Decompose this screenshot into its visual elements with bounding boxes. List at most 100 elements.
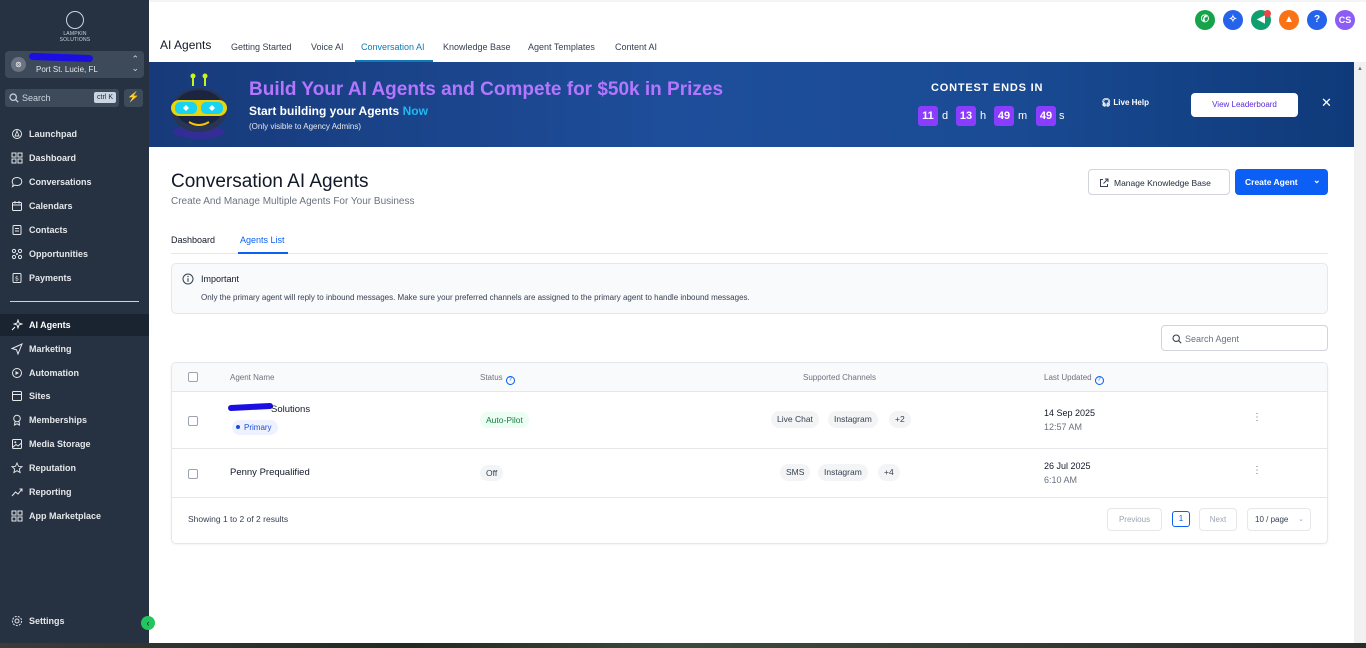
channel-more-chip[interactable]: +2 bbox=[889, 411, 911, 428]
collapse-sidebar-button[interactable]: ‹ bbox=[141, 616, 155, 630]
calendar-icon bbox=[12, 201, 22, 211]
sidebar-item-marketing[interactable]: Marketing bbox=[0, 338, 149, 360]
gear-icon bbox=[11, 615, 23, 627]
sidebar-item-app-marketplace[interactable]: App Marketplace bbox=[0, 505, 149, 527]
banner-subtitle-text: Start building your Agents bbox=[249, 104, 400, 118]
live-help-link[interactable]: 🎧︎ Live Help bbox=[1101, 98, 1149, 107]
subtab-dashboard[interactable]: Dashboard bbox=[171, 235, 215, 245]
channel-more-chip[interactable]: +4 bbox=[878, 464, 900, 481]
chat-icon bbox=[11, 176, 23, 188]
logo-text: LAMPKIN SOLUTIONS bbox=[59, 31, 91, 43]
column-header-status: Status? bbox=[480, 373, 515, 385]
image-icon bbox=[12, 439, 22, 449]
phone-icon[interactable]: ✆ bbox=[1195, 10, 1215, 30]
sidebar-item-memberships[interactable]: Memberships bbox=[0, 409, 149, 431]
sidebar-item-ai-agents[interactable]: AI Agents bbox=[0, 314, 149, 336]
megaphone-icon[interactable]: ◀ bbox=[1251, 10, 1271, 30]
company-logo[interactable]: LAMPKIN SOLUTIONS bbox=[50, 10, 100, 43]
sidebar-item-conversations[interactable]: Conversations bbox=[0, 171, 149, 193]
tab-getting-started[interactable]: Getting Started bbox=[231, 42, 292, 52]
sidebar-item-launchpad[interactable]: Launchpad bbox=[0, 123, 149, 145]
previous-page-button[interactable]: Previous bbox=[1107, 508, 1162, 531]
status-badge: Auto-Pilot bbox=[480, 412, 529, 428]
countdown-unit-seconds: s bbox=[1059, 110, 1065, 122]
star-icon bbox=[11, 462, 23, 474]
create-agent-button[interactable]: Create Agent ⌄ bbox=[1235, 169, 1328, 195]
quick-actions-bolt-icon[interactable]: ⚡ bbox=[124, 89, 143, 107]
agent-name[interactable]: Solutions bbox=[271, 404, 310, 415]
sidebar-item-label: Memberships bbox=[29, 415, 88, 425]
column-header-last-updated-label: Last Updated bbox=[1044, 373, 1092, 382]
help-icon[interactable]: ? bbox=[1307, 10, 1327, 30]
subtab-divider bbox=[171, 253, 1328, 254]
sidebar-item-reporting[interactable]: Reporting bbox=[0, 481, 149, 503]
page-number-button[interactable]: 1 bbox=[1172, 511, 1190, 527]
table-row[interactable]: Penny Prequalified Off SMS Instagram +4 … bbox=[172, 449, 1327, 498]
primary-dot-icon bbox=[236, 425, 240, 429]
app-window: LAMPKIN SOLUTIONS ⊚ Port St. Lucie, FL ⌃… bbox=[0, 0, 1366, 648]
table-header: Agent Name Status? Supported Channels La… bbox=[172, 363, 1327, 392]
sidebar-item-dashboard[interactable]: Dashboard bbox=[0, 147, 149, 169]
status-badge: Off bbox=[480, 465, 504, 481]
scroll-up-icon[interactable]: ▲ bbox=[1357, 66, 1363, 72]
sidebar-item-opportunities[interactable]: Opportunities bbox=[0, 243, 149, 265]
tab-conversation-ai[interactable]: Conversation AI bbox=[361, 42, 425, 52]
tab-agent-templates[interactable]: Agent Templates bbox=[528, 42, 595, 52]
close-icon[interactable]: ✕ bbox=[1321, 95, 1332, 111]
last-updated-time: 6:10 AM bbox=[1044, 475, 1078, 485]
table-row[interactable]: Solutions Primary Auto-Pilot Live Chat I… bbox=[172, 392, 1327, 449]
page-size-select[interactable]: 10 / page ⌄ bbox=[1247, 508, 1311, 531]
contacts-icon bbox=[12, 225, 22, 235]
sidebar-item-automation[interactable]: Automation bbox=[0, 362, 149, 384]
sidebar-item-media-storage[interactable]: Media Storage bbox=[0, 433, 149, 455]
row-checkbox[interactable] bbox=[188, 469, 198, 479]
logo-mark-icon bbox=[66, 11, 84, 29]
trend-icon bbox=[11, 488, 23, 497]
more-options-icon[interactable]: ⋮ bbox=[1252, 465, 1262, 476]
agent-name[interactable]: Penny Prequalified bbox=[230, 467, 310, 478]
chevron-down-icon: ⌄ bbox=[1298, 516, 1304, 523]
banner-title: Build Your AI Agents and Compete for $50… bbox=[249, 79, 724, 100]
location-city: Port St. Lucie, FL bbox=[36, 65, 98, 74]
sidebar-item-calendars[interactable]: Calendars bbox=[0, 195, 149, 217]
sidebar-item-label: Launchpad bbox=[29, 129, 78, 139]
magic-wand-icon[interactable]: ✧ bbox=[1223, 10, 1243, 30]
sidebar-item-label: AI Agents bbox=[29, 320, 71, 330]
next-page-button[interactable]: Next bbox=[1199, 508, 1237, 531]
select-all-checkbox[interactable] bbox=[188, 372, 198, 382]
search-agent-input[interactable]: Search Agent bbox=[1161, 325, 1328, 351]
sidebar-item-settings[interactable]: Settings bbox=[0, 610, 149, 632]
view-leaderboard-button[interactable]: View Leaderboard bbox=[1191, 93, 1298, 117]
location-switcher[interactable]: ⊚ Port St. Lucie, FL ⌃ ⌄ bbox=[5, 51, 144, 78]
subtab-agents-list[interactable]: Agents List bbox=[240, 235, 285, 245]
section-title: AI Agents bbox=[160, 38, 212, 52]
countdown-minutes: 49 bbox=[994, 106, 1014, 126]
tab-content-ai[interactable]: Content AI bbox=[615, 42, 657, 52]
top-header: AI Agents Getting Started Voice AI Conve… bbox=[149, 0, 1366, 62]
sidebar-item-payments[interactable]: $ Payments bbox=[0, 267, 149, 289]
more-options-icon[interactable]: ⋮ bbox=[1252, 412, 1262, 423]
column-header-agent-name: Agent Name bbox=[230, 373, 275, 382]
tab-knowledge-base[interactable]: Knowledge Base bbox=[443, 42, 511, 52]
automation-icon bbox=[12, 368, 22, 378]
create-agent-label: Create Agent bbox=[1245, 177, 1298, 187]
banner-visibility-note: (Only visible to Agency Admins) bbox=[249, 122, 362, 131]
chevron-up-down-icon: ⌃ ⌄ bbox=[131, 54, 139, 73]
question-icon[interactable]: ? bbox=[1094, 376, 1104, 385]
question-icon[interactable]: ? bbox=[505, 376, 515, 385]
tab-voice-ai[interactable]: Voice AI bbox=[311, 42, 344, 52]
pagination-summary: Showing 1 to 2 of 2 results bbox=[188, 514, 289, 524]
row-checkbox[interactable] bbox=[188, 416, 198, 426]
sidebar: LAMPKIN SOLUTIONS ⊚ Port St. Lucie, FL ⌃… bbox=[0, 0, 149, 643]
search-shortcut-badge: ctrl K bbox=[94, 92, 116, 103]
sidebar-search-input[interactable]: Search ctrl K bbox=[5, 89, 119, 107]
bell-icon[interactable]: ▲ bbox=[1279, 10, 1299, 30]
sidebar-item-reputation[interactable]: Reputation bbox=[0, 457, 149, 479]
page-scrollbar[interactable] bbox=[1354, 62, 1366, 643]
countdown-unit-hours: h bbox=[980, 110, 987, 122]
sidebar-item-contacts[interactable]: Contacts bbox=[0, 219, 149, 241]
manage-knowledge-base-button[interactable]: Manage Knowledge Base bbox=[1088, 169, 1230, 195]
sidebar-item-sites[interactable]: Sites bbox=[0, 385, 149, 407]
manage-knowledge-base-label: Manage Knowledge Base bbox=[1114, 178, 1211, 188]
user-avatar[interactable]: CS bbox=[1335, 10, 1355, 30]
